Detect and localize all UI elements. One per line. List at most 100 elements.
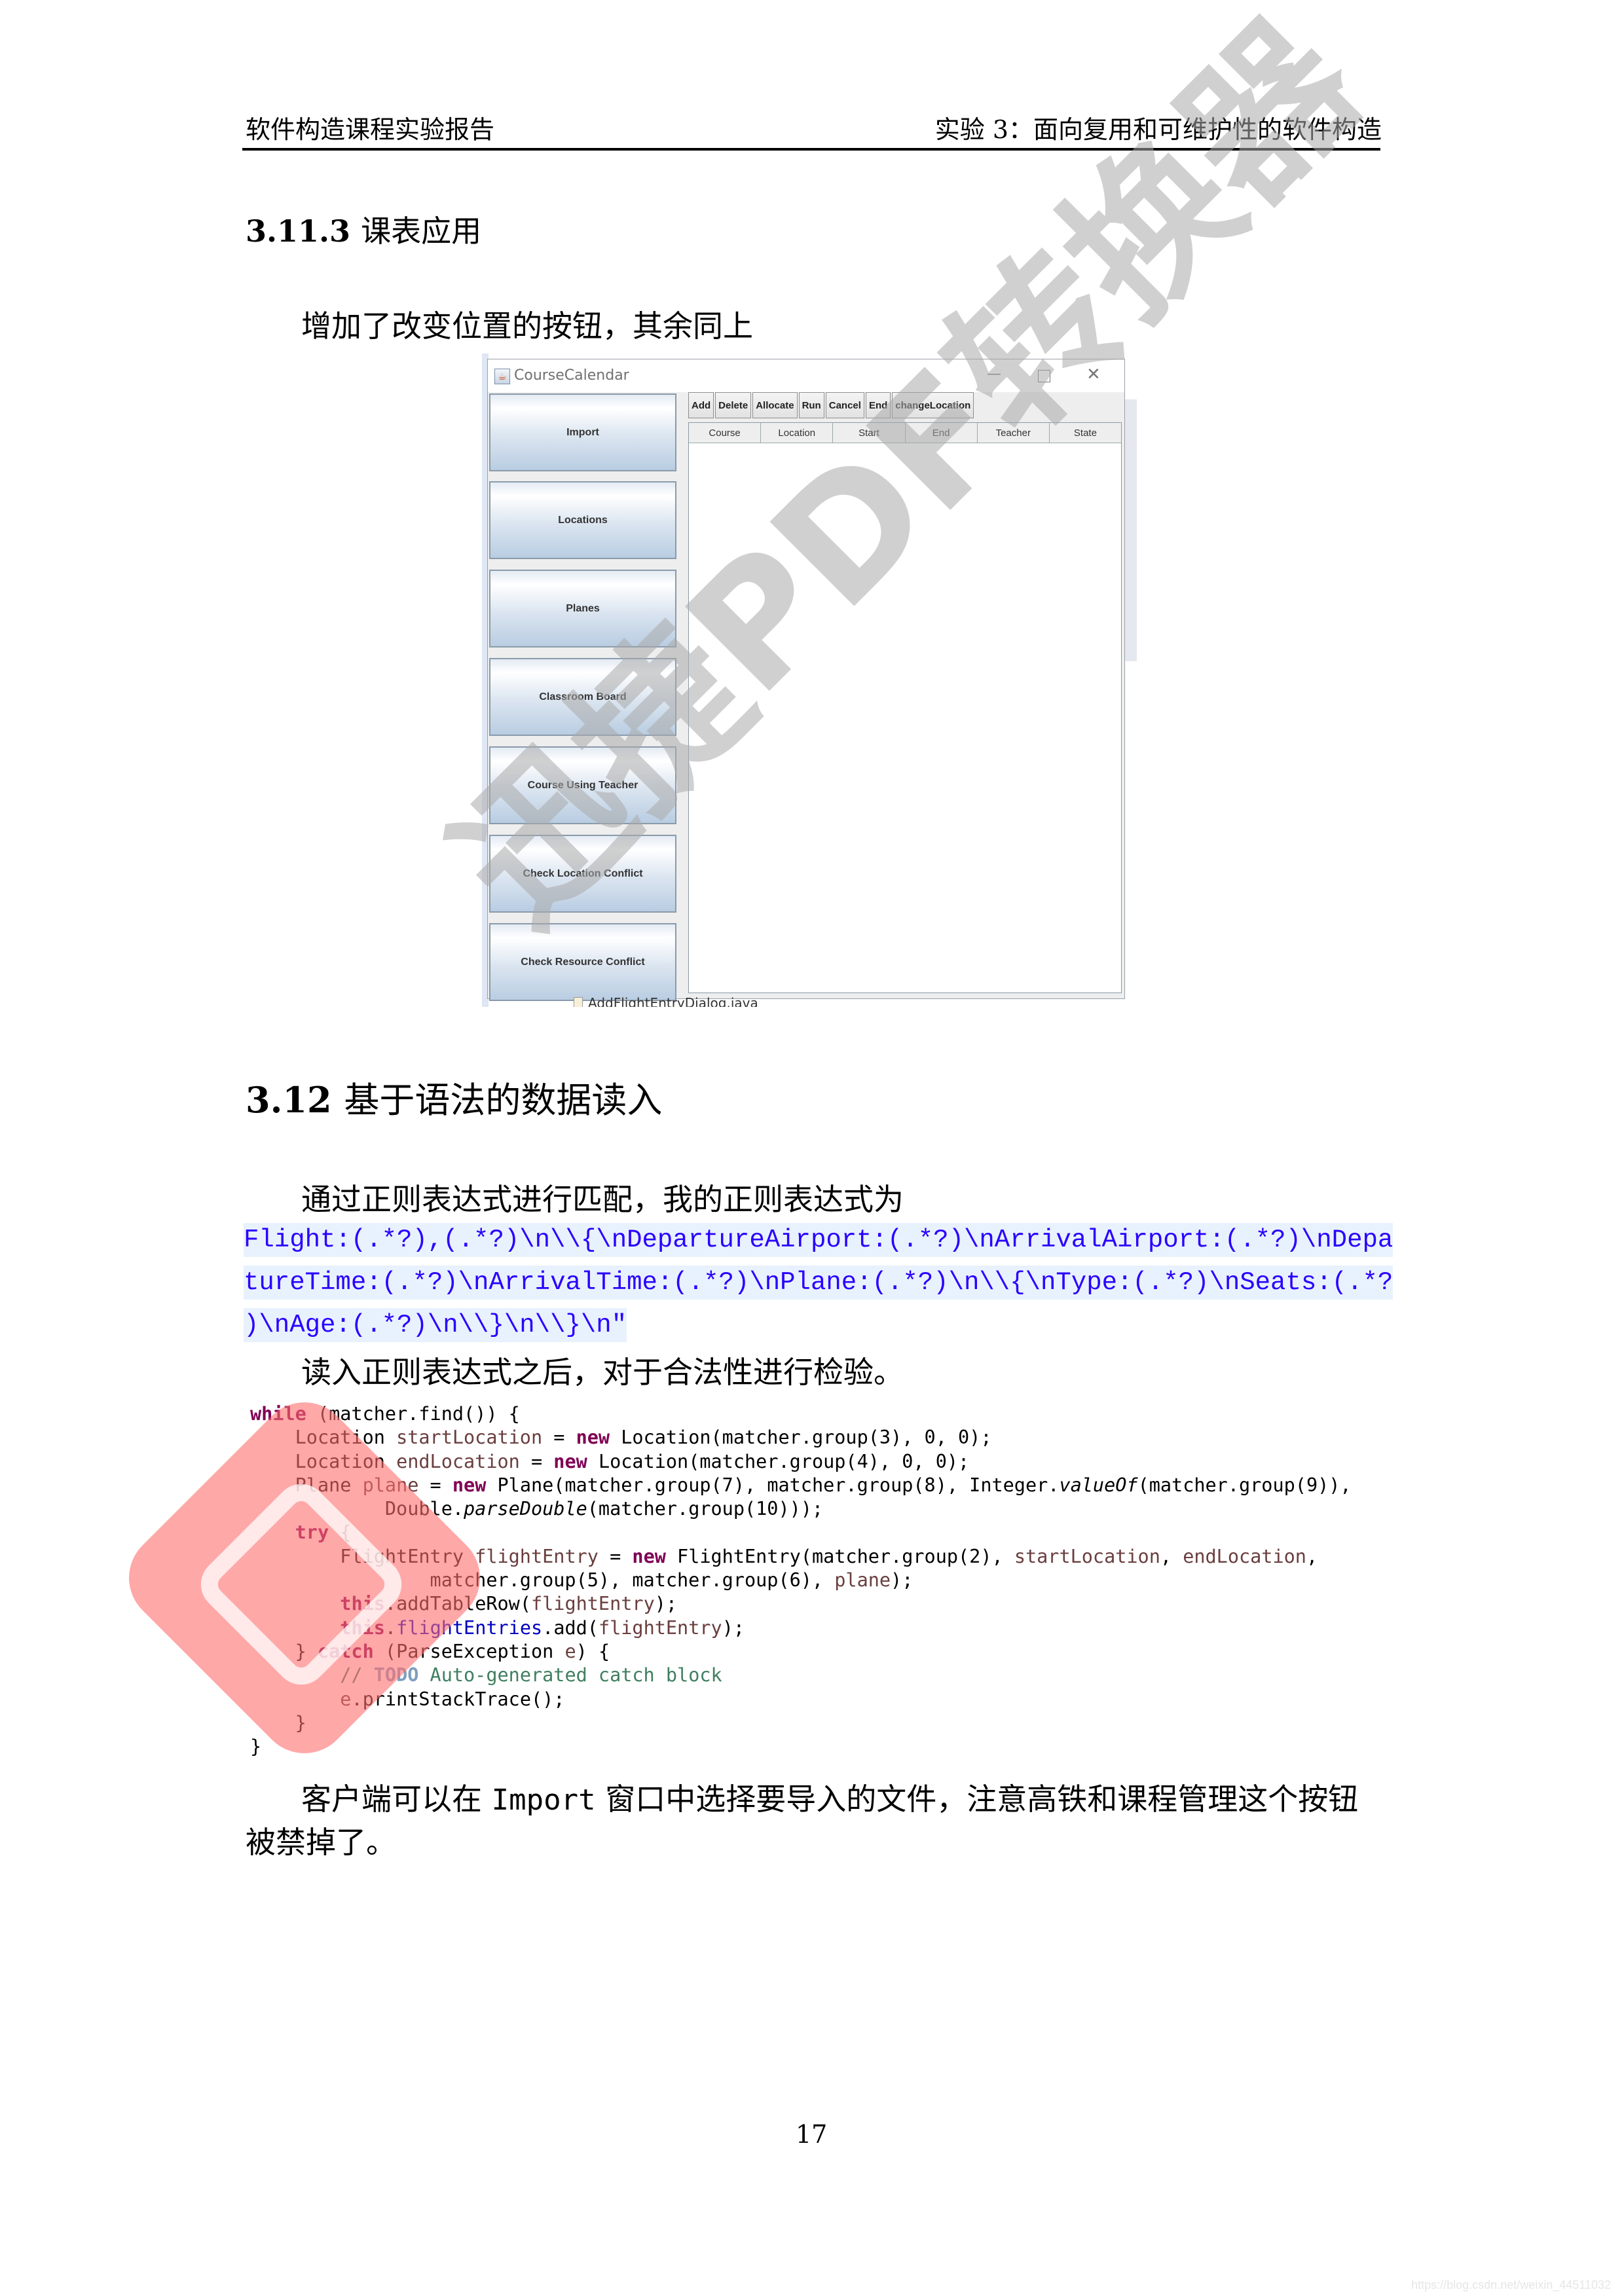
column-header-course[interactable]: Course xyxy=(689,423,762,443)
code-text: (ParseException xyxy=(373,1640,565,1662)
header-right-title: 实验 3：面向复用和可维护性的软件构造 xyxy=(934,115,1382,144)
closing-text: 客户端可以在 xyxy=(301,1781,492,1817)
action-toolbar: Add Delete Allocate Run Cancel End chang… xyxy=(688,392,975,421)
code-field: flightEntries xyxy=(396,1616,543,1639)
code-text: .printStackTrace(); xyxy=(351,1688,565,1710)
code-variable: plane xyxy=(362,1474,419,1496)
code-static-method: parseDouble xyxy=(464,1498,587,1520)
end-button[interactable]: End xyxy=(865,392,891,418)
classroom-board-button[interactable]: Classroom Board xyxy=(489,658,676,736)
section-number: 3.12 xyxy=(246,1079,332,1121)
code-text: , xyxy=(1160,1545,1183,1567)
column-header-state[interactable]: State xyxy=(1050,423,1121,443)
paragraph-closing: 客户端可以在 Import 窗口中选择要导入的文件，注意高铁和课程管理这个按钮被… xyxy=(246,1778,1385,1863)
code-text: Double. xyxy=(250,1498,464,1520)
background-file-item: AddFlightEntryDialog.java xyxy=(574,995,758,1007)
code-keyword: new xyxy=(632,1545,666,1567)
minimize-icon[interactable]: — xyxy=(987,365,1001,384)
column-header-start[interactable]: Start xyxy=(833,423,906,443)
code-variable: endLocation xyxy=(1183,1545,1306,1567)
section-title: 课表应用 xyxy=(361,213,482,249)
background-file-name: AddFlightEntryDialog.java xyxy=(588,995,758,1007)
cancel-button[interactable]: Cancel xyxy=(825,392,864,418)
java-file-icon xyxy=(574,997,583,1007)
code-text: } xyxy=(250,1711,306,1734)
header-rule xyxy=(242,148,1380,151)
header-left-title: 软件构造课程实验报告 xyxy=(246,115,495,144)
source-url-watermark: https://blog.csdn.net/weixin_44511032 xyxy=(1411,2278,1611,2291)
regex-block: Flight:(.*?),(.*?)\n\\{\nDepartureAirpor… xyxy=(244,1223,1393,1351)
code-keyword: while xyxy=(250,1403,306,1425)
code-text: } xyxy=(250,1736,262,1758)
code-variable: startLocation xyxy=(396,1427,543,1449)
code-text: FlightEntry(matcher.group(2), xyxy=(665,1545,1014,1567)
code-keyword: new xyxy=(576,1427,610,1449)
delete-button[interactable]: Delete xyxy=(715,392,752,418)
planes-button[interactable]: Planes xyxy=(489,570,676,647)
code-text: = xyxy=(542,1427,576,1449)
regex-line: Flight:(.*?),(.*?)\n\\{\nDepartureAirpor… xyxy=(244,1223,1393,1257)
check-location-conflict-button[interactable]: Check Location Conflict xyxy=(489,835,676,913)
column-header-end[interactable]: End xyxy=(906,423,978,443)
title-bar[interactable]: ☕ CourseCalendar — ✕ xyxy=(488,359,1124,392)
window-title: CourseCalendar xyxy=(514,367,629,384)
column-header-teacher[interactable]: Teacher xyxy=(978,423,1050,443)
code-variable: e xyxy=(564,1640,576,1662)
code-text: = xyxy=(598,1545,633,1567)
add-button[interactable]: Add xyxy=(688,392,714,418)
code-variable: flightEntry xyxy=(530,1593,655,1615)
allocate-button[interactable]: Allocate xyxy=(752,392,798,418)
change-location-button[interactable]: changeLocation xyxy=(892,392,974,418)
code-text: ) { xyxy=(576,1640,610,1662)
import-button[interactable]: Import xyxy=(489,393,676,471)
code-text: (matcher.group(10))); xyxy=(587,1498,824,1520)
code-keyword: new xyxy=(452,1474,487,1496)
maximize-icon[interactable] xyxy=(1038,370,1050,382)
code-text: Plane(matcher.group(7), matcher.group(8)… xyxy=(486,1474,1060,1496)
code-text: FlightEntry xyxy=(250,1545,475,1567)
paragraph-course-app: 增加了改变位置的按钮，其余同上 xyxy=(301,308,753,344)
code-keyword: this xyxy=(340,1593,385,1615)
code-text: matcher.group(5), matcher.group(6), xyxy=(250,1569,835,1592)
page-number: 17 xyxy=(796,2120,828,2149)
window-content: Import Locations Planes Classroom Board … xyxy=(488,392,1124,1001)
run-button[interactable]: Run xyxy=(798,392,824,418)
course-calendar-screenshot: ☕ CourseCalendar — ✕ Import Locations Pl… xyxy=(482,354,1137,1007)
code-keyword: catch xyxy=(317,1640,374,1662)
java-cup-icon: ☕ xyxy=(494,369,510,384)
code-text: ); xyxy=(891,1569,913,1592)
code-text: .add( xyxy=(542,1616,599,1639)
close-icon[interactable]: ✕ xyxy=(1086,365,1101,384)
locations-button[interactable]: Locations xyxy=(489,481,676,559)
code-text: Location xyxy=(250,1427,397,1449)
course-table[interactable]: Course Location Start End Teacher State xyxy=(688,422,1122,993)
code-text: , xyxy=(1306,1545,1318,1567)
closing-inline-code: Import xyxy=(491,1783,596,1817)
regex-line: )\nAge:(.*?)\n\\}\n\\}\n" xyxy=(244,1308,627,1342)
code-text: Location(matcher.group(4), 0, 0); xyxy=(587,1450,970,1472)
course-using-teacher-button[interactable]: Course Using Teacher xyxy=(489,746,676,824)
code-text: ); xyxy=(654,1593,678,1615)
code-text: { xyxy=(329,1522,352,1544)
section-title: 基于语法的数据读入 xyxy=(344,1080,663,1121)
code-variable: flightEntry xyxy=(598,1616,722,1639)
check-resource-conflict-button[interactable]: Check Resource Conflict xyxy=(489,923,676,1001)
code-text: = xyxy=(418,1474,452,1496)
code-comment: // xyxy=(250,1664,374,1686)
code-text: .addTableRow( xyxy=(384,1593,531,1615)
code-text: (matcher.group(9)), xyxy=(1137,1474,1352,1496)
code-text: . xyxy=(384,1616,397,1639)
section-heading-3-12: 3.12 基于语法的数据读入 xyxy=(246,1077,662,1123)
table-header: Course Location Start End Teacher State xyxy=(689,423,1121,443)
column-header-location[interactable]: Location xyxy=(761,423,834,443)
code-variable: flightEntry xyxy=(475,1545,599,1567)
code-text: Location(matcher.group(3), 0, 0); xyxy=(610,1427,992,1449)
code-static-method: valueOf xyxy=(1059,1474,1138,1496)
regex-line: tureTime:(.*?)\nArrivalTime:(.*?)\nPlane… xyxy=(244,1266,1393,1300)
code-keyword: this xyxy=(340,1616,385,1639)
code-comment: Auto-generated catch block xyxy=(418,1664,722,1686)
